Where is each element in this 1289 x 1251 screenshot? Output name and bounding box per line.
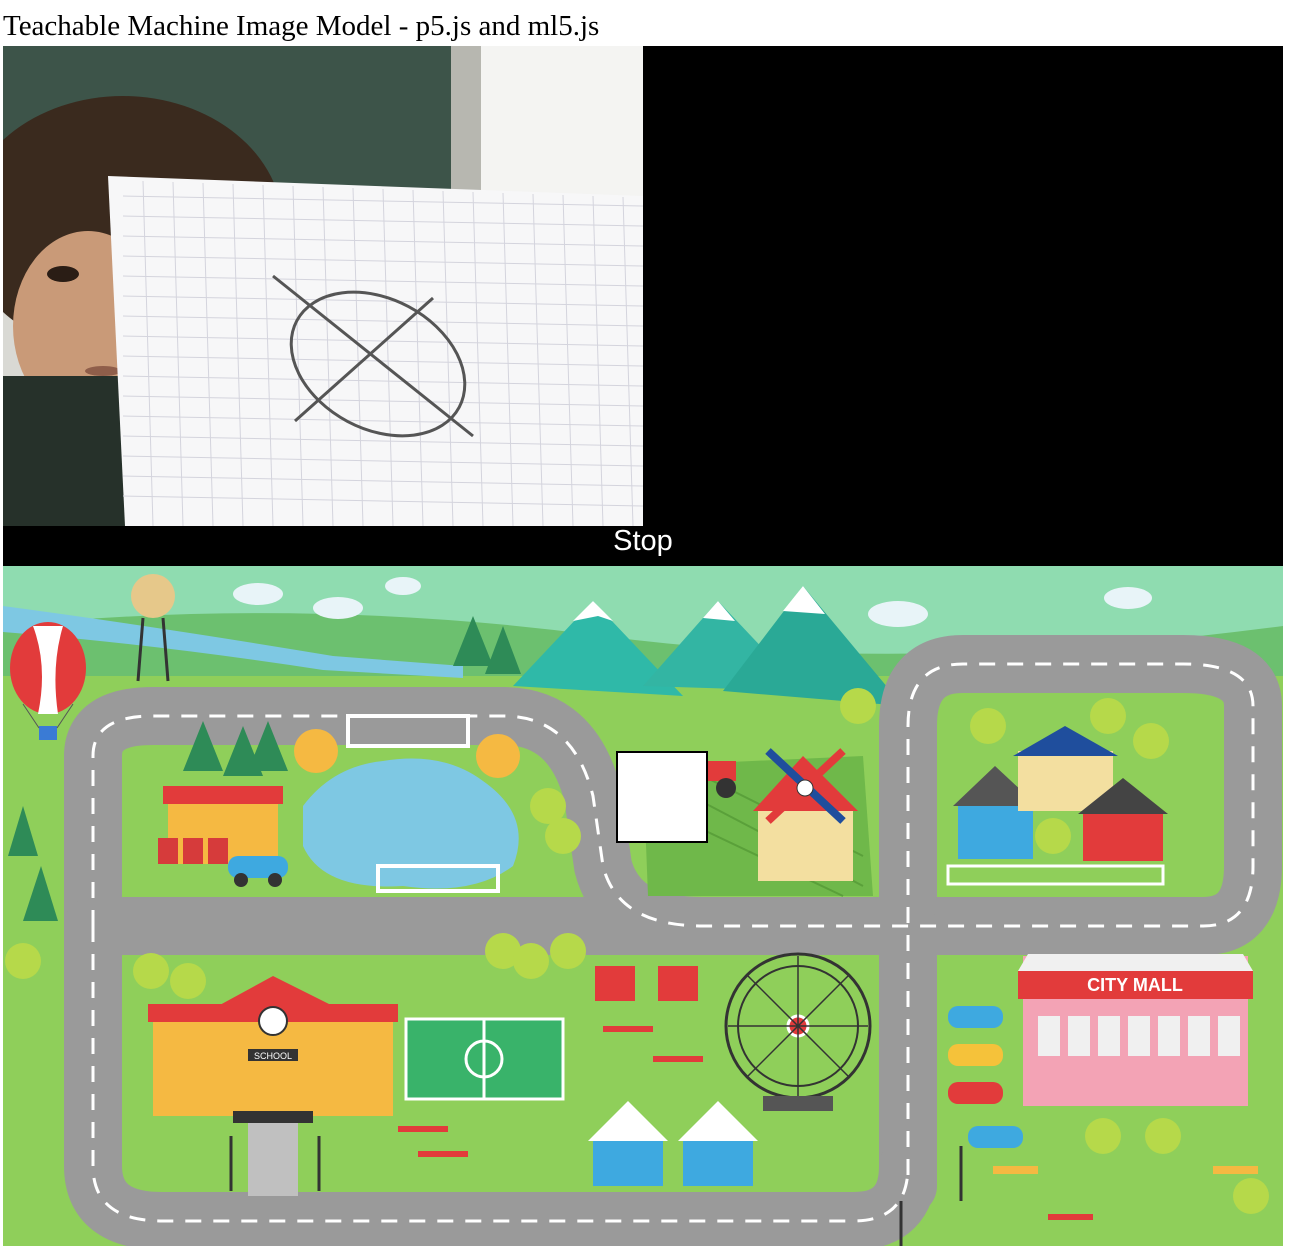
page-title: Teachable Machine Image Model - p5.js an… xyxy=(3,10,600,42)
webcam-video-feed xyxy=(3,46,643,526)
player-marker xyxy=(616,751,708,843)
prediction-label: Stop xyxy=(613,525,673,557)
school-sign: SCHOOL xyxy=(254,1051,292,1061)
mall-sign: CITY MALL xyxy=(1087,975,1183,995)
city-map: SCHOOL CITY MALL xyxy=(3,566,1283,1246)
sketch-canvas: Stop xyxy=(3,46,1283,566)
